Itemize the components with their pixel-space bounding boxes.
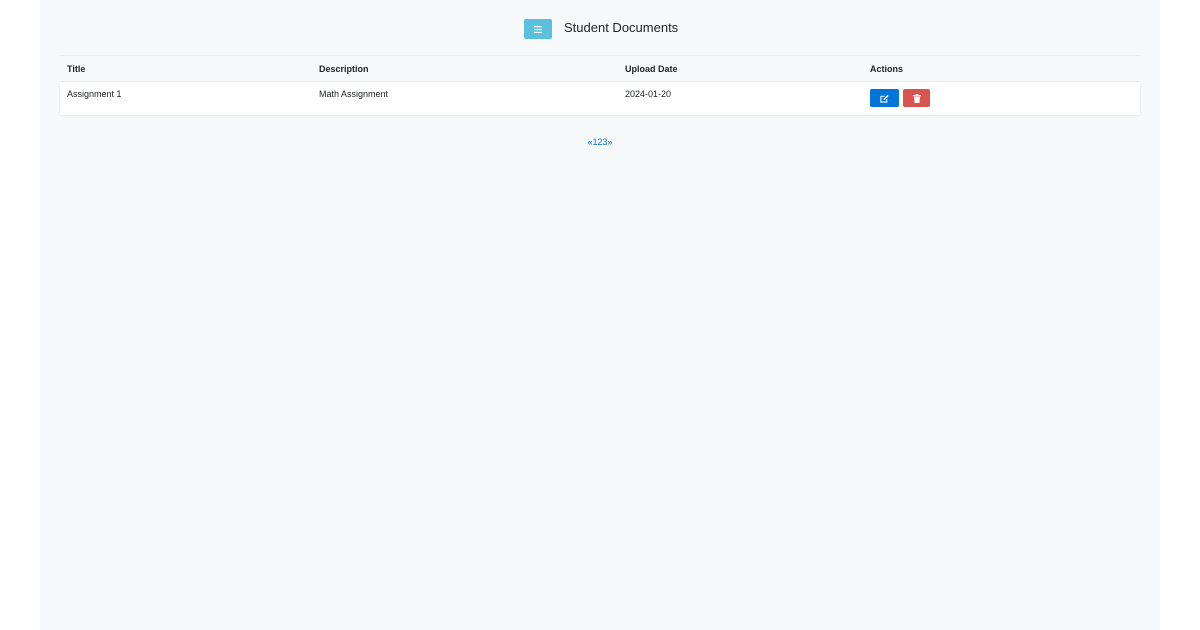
column-header-description: Description	[319, 63, 369, 74]
page-header: Student Documents	[40, 0, 1160, 56]
cell-title: Assignment 1	[67, 89, 122, 99]
delete-button[interactable]	[903, 89, 930, 107]
page-container: Student Documents Title Description Uplo…	[40, 0, 1160, 630]
edit-icon	[880, 94, 889, 103]
documents-table-container: Title Description Upload Date Actions As…	[60, 55, 1140, 115]
trash-icon	[912, 93, 921, 103]
documents-table: Title Description Upload Date Actions As…	[60, 55, 1140, 115]
pagination-next-link[interactable]: »	[608, 137, 613, 147]
table-header-row: Title Description Upload Date Actions	[60, 55, 1140, 82]
column-header-actions: Actions	[870, 63, 904, 74]
column-header-title: Title	[67, 63, 86, 74]
hamburger-icon	[534, 25, 542, 33]
cell-upload-date: 2024-01-20	[625, 89, 672, 99]
edit-button[interactable]	[870, 89, 899, 107]
table-header: Title Description Upload Date Actions	[60, 55, 1140, 82]
cell-description: Math Assignment	[319, 89, 389, 99]
column-header-upload-date: Upload Date	[625, 63, 678, 74]
table-row: Assignment 1 Math Assignment 2024-01-20	[60, 81, 1140, 115]
pagination: «123»	[40, 137, 1160, 147]
cell-actions	[863, 82, 1140, 115]
table-body: Assignment 1 Math Assignment 2024-01-20	[60, 81, 1140, 115]
page-title: Student Documents	[564, 20, 679, 35]
menu-toggle-button[interactable]	[524, 19, 552, 39]
